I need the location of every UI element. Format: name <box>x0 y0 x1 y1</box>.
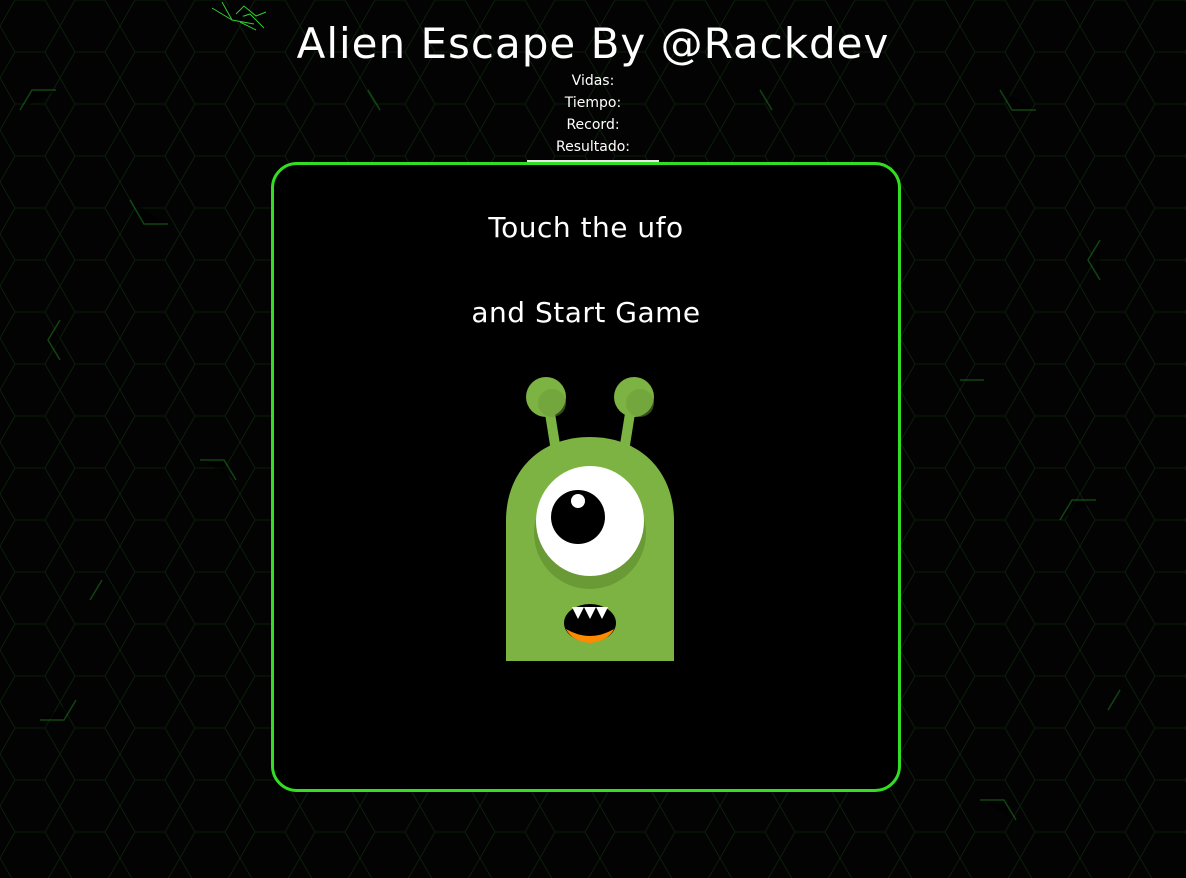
game-board[interactable]: Touch the ufo and Start Game <box>271 162 901 792</box>
stats-panel: Vidas: Tiempo: Record: Resultado: <box>0 70 1186 158</box>
time-stat: Tiempo: <box>0 92 1186 114</box>
lives-stat: Vidas: <box>0 70 1186 92</box>
lives-label: Vidas: <box>571 73 615 89</box>
result-label: Resultado: <box>555 139 630 155</box>
result-stat: Resultado: <box>0 136 1186 158</box>
instruction-line-2: and Start Game <box>471 296 701 329</box>
time-label: Tiempo: <box>564 95 622 111</box>
header: Alien Escape By @Rackdev Vidas: Tiempo: … <box>0 18 1186 165</box>
game-title: Alien Escape By @Rackdev <box>296 19 890 68</box>
ufo-alien-icon[interactable] <box>500 371 680 661</box>
record-label: Record: <box>566 117 620 133</box>
record-stat: Record: <box>0 114 1186 136</box>
instruction-line-1: Touch the ufo <box>488 211 684 244</box>
